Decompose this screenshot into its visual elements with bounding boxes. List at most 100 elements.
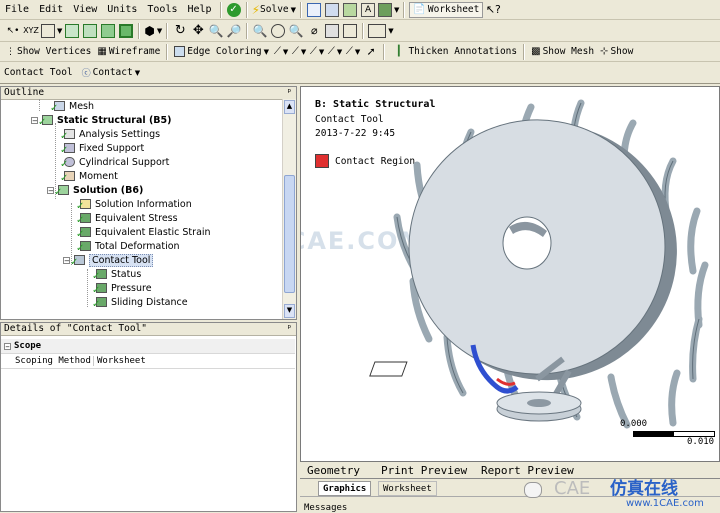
tree-item-analysis-settings[interactable]: ✓ Analysis Settings: [60, 127, 160, 143]
magnifier-window-button[interactable]: [270, 23, 286, 39]
scroll-down-icon[interactable]: ▼: [284, 304, 295, 318]
figure-button[interactable]: [324, 2, 340, 18]
menu-edit[interactable]: Edit: [34, 4, 68, 15]
tree-item-label: Static Structural (B5): [57, 114, 172, 126]
edge-style-icon: ⟋: [273, 46, 281, 57]
solve-button[interactable]: ⚡ Solve ▼: [252, 2, 296, 18]
details-row-scoping-method[interactable]: Scoping Method Worksheet: [1, 354, 295, 369]
menu-help[interactable]: Help: [183, 4, 217, 15]
scroll-thumb[interactable]: [284, 175, 295, 293]
tab-worksheet[interactable]: Worksheet: [378, 481, 437, 496]
menu-view[interactable]: View: [68, 4, 102, 15]
thicken-annotations-label: Thicken Annotations: [408, 46, 518, 57]
edge-display-1-button[interactable]: ⟋ ▼: [273, 44, 289, 60]
tab-print-preview[interactable]: Print Preview: [378, 462, 470, 478]
select-mode-button[interactable]: ▼: [41, 23, 62, 39]
outline-scrollbar[interactable]: ▲ ▼: [282, 99, 296, 319]
tree-item-mesh[interactable]: ✓ Mesh: [50, 99, 94, 115]
collapse-icon[interactable]: −: [47, 186, 54, 194]
pin-icon[interactable]: ᵖ: [287, 87, 292, 99]
isometric-view-button[interactable]: [324, 23, 340, 39]
previous-view-button[interactable]: 🔍: [288, 23, 304, 39]
edge-display-5-button[interactable]: ⟋ ▼: [345, 44, 361, 60]
viewport-layout-button[interactable]: ▼: [368, 23, 394, 39]
image-button[interactable]: [342, 2, 358, 18]
collapse-icon[interactable]: −: [31, 116, 38, 124]
tab-graphics[interactable]: Graphics: [318, 481, 372, 496]
insert-contact-label: Contact: [92, 67, 133, 78]
chevron-down-icon: ▼: [134, 68, 141, 77]
wireframe-button[interactable]: ▦ Wireframe: [95, 44, 162, 60]
set-view-button[interactable]: [342, 23, 358, 39]
chevron-down-icon: ▼: [336, 47, 343, 56]
edge-style-icon: ⟋: [309, 46, 317, 57]
rotate-button[interactable]: ↻: [172, 23, 188, 39]
graphics-viewport[interactable]: B: Static Structural Contact Tool 2013-7…: [300, 86, 720, 462]
select-vertex-button[interactable]: [64, 23, 80, 39]
tree-item-equivalent-elastic-strain[interactable]: ✓ Equivalent Elastic Strain: [76, 225, 211, 241]
worksheet-icon: 📄: [413, 4, 426, 15]
tree-item-moment[interactable]: ✓ Moment: [60, 169, 118, 185]
edge-style-icon: ⟋: [291, 46, 299, 57]
collapse-icon[interactable]: −: [63, 256, 70, 264]
next-view-button[interactable]: ⌀: [306, 23, 322, 39]
edge-display-3-button[interactable]: ⟋ ▼: [309, 44, 325, 60]
zoom-to-fit-button[interactable]: 🔍: [252, 23, 268, 39]
scroll-up-icon[interactable]: ▲: [284, 100, 295, 114]
outline-panel: Outline ᵖ ✓ Mesh − ✓ Static Structural (…: [0, 86, 297, 320]
edge-direction-button[interactable]: ➚: [363, 44, 379, 60]
result-icon: ✓: [76, 212, 92, 226]
text-button[interactable]: A: [360, 2, 376, 18]
tree-item-solution-information[interactable]: ✓ Solution Information: [76, 197, 192, 213]
details-group-scope[interactable]: − Scope: [1, 339, 295, 354]
pan-button[interactable]: ✥: [190, 23, 206, 39]
toolbar-separator: [245, 1, 248, 18]
menu-tools[interactable]: Tools: [142, 4, 182, 15]
tree-item-cylindrical-support[interactable]: ✓ Cylindrical Support: [60, 155, 169, 171]
select-point-button[interactable]: ↖•: [5, 23, 21, 39]
edge-coloring-button[interactable]: Edge Coloring ▼: [172, 44, 271, 60]
menu-file[interactable]: File: [0, 4, 34, 15]
edge-display-2-button[interactable]: ⟋ ▼: [291, 44, 307, 60]
worksheet-button[interactable]: 📄 Worksheet: [409, 1, 484, 18]
show-vertices-button[interactable]: ⋮ Show Vertices: [4, 44, 93, 60]
tree-item-sliding-distance[interactable]: ✓ Sliding Distance: [92, 295, 188, 311]
point-select-icon: ↖•: [6, 25, 20, 36]
magnifier-icon: 🔍: [208, 23, 224, 38]
tree-item-equivalent-stress[interactable]: ✓ Equivalent Stress: [76, 211, 178, 227]
tree-item-contact-tool[interactable]: − ✓ Contact Tool: [63, 253, 154, 268]
pin-icon[interactable]: ᵖ: [287, 323, 292, 335]
tree-item-pressure[interactable]: ✓ Pressure: [92, 281, 152, 297]
tree-item-total-deformation[interactable]: ✓ Total Deformation: [76, 239, 180, 255]
thicken-annotations-button[interactable]: ▕▏ Thicken Annotations: [389, 44, 519, 60]
select-edge-button[interactable]: [82, 23, 98, 39]
show-mesh-button[interactable]: ▩ Show Mesh: [529, 44, 596, 60]
extend-selection-button[interactable]: ⬢ ▼: [144, 23, 162, 39]
edge-display-4-button[interactable]: ⟋ ▼: [327, 44, 343, 60]
toolbar-separator: [138, 22, 141, 39]
zoom-box-button[interactable]: 🔎: [226, 23, 242, 39]
menu-units[interactable]: Units: [102, 4, 142, 15]
solution-icon: ✓: [54, 184, 70, 198]
chevron-down-icon: ▼: [388, 26, 394, 35]
zoom-button[interactable]: 🔍: [208, 23, 224, 39]
tree-item-status[interactable]: ✓ Status: [92, 267, 141, 283]
image-capture-button[interactable]: ▼: [378, 2, 399, 18]
select-body-button[interactable]: [118, 23, 134, 39]
help-pointer-button[interactable]: ↖?: [485, 2, 501, 18]
select-face-button[interactable]: [100, 23, 116, 39]
toolbar-separator: [166, 43, 169, 60]
show-more-button[interactable]: ⊹ Show: [598, 44, 635, 60]
tree-connector: [39, 99, 40, 111]
details-value[interactable]: Worksheet: [94, 356, 146, 366]
outline-tree: ✓ Mesh − ✓ Static Structural (B5) ✓ Anal…: [1, 99, 283, 319]
tree-item-static-structural[interactable]: − ✓ Static Structural (B5): [31, 113, 172, 128]
model-geometry[interactable]: [301, 87, 720, 462]
comment-button[interactable]: [306, 2, 322, 18]
insert-contact-button[interactable]: ⓒ Contact ▼: [80, 65, 142, 81]
collapse-icon[interactable]: −: [4, 342, 11, 350]
check-mesh-button[interactable]: ✓: [226, 2, 242, 18]
tree-item-fixed-support[interactable]: ✓ Fixed Support: [60, 141, 144, 157]
select-xyz-button[interactable]: XYZ: [23, 23, 39, 39]
tree-item-solution[interactable]: − ✓ Solution (B6): [47, 183, 143, 198]
